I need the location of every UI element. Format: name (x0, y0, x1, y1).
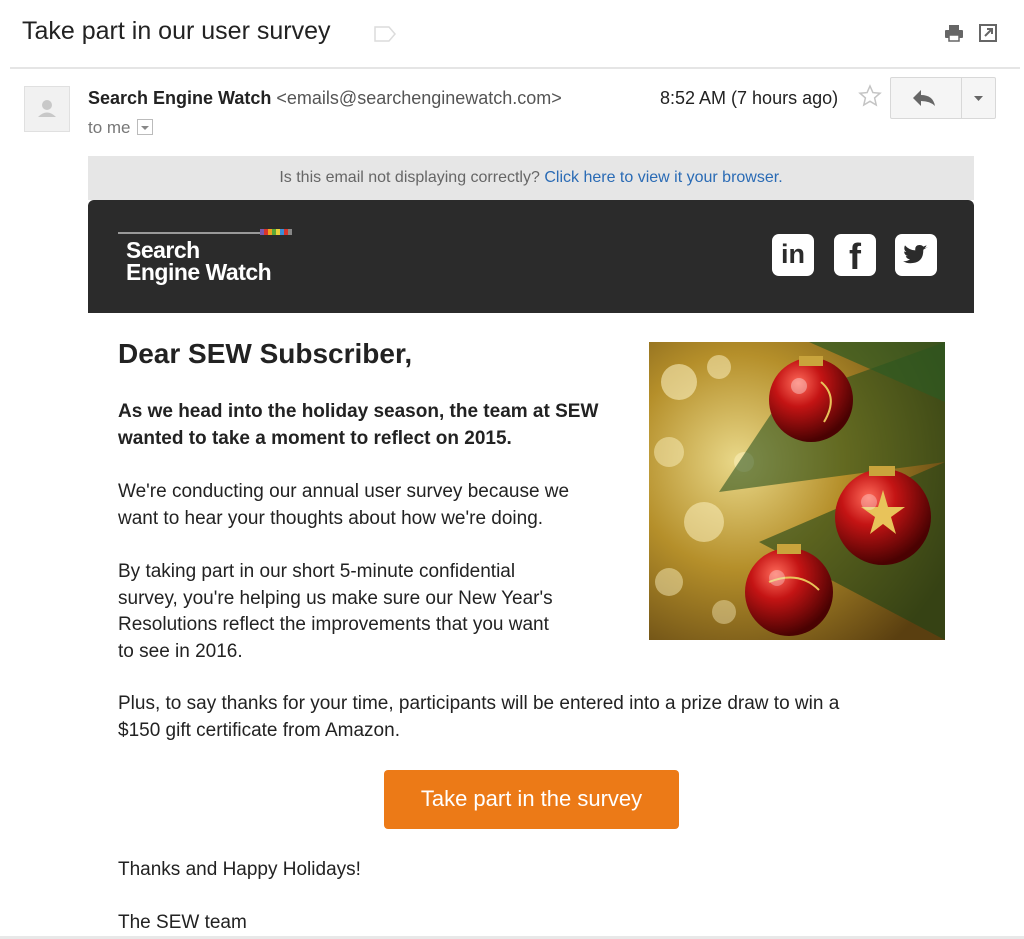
paragraph-line: $150 gift certificate from Amazon. (118, 719, 400, 741)
take-survey-button[interactable]: Take part in the survey (384, 770, 679, 829)
sender-name[interactable]: Search Engine Watch (88, 88, 271, 108)
email-time: 8:52 AM (7 hours ago) (660, 88, 839, 108)
subject-bar: Take part in our user survey (0, 0, 1024, 68)
reply-button[interactable] (890, 77, 962, 119)
logo-line-2: Engine Watch (126, 259, 272, 285)
paragraph-line: We're conducting our annual user survey … (118, 481, 570, 502)
label-tag-icon[interactable] (374, 26, 396, 42)
paragraph-line: want to hear your thoughts about how we'… (118, 507, 544, 529)
paragraph-line: Resolutions reflect the improvements tha… (118, 614, 549, 635)
paragraph-line: survey, you're helping us make sure our … (118, 587, 553, 609)
notice-text: Is this email not displaying correctly? (279, 169, 540, 186)
recipient-details-toggle[interactable] (136, 118, 153, 135)
holiday-ornaments-image (649, 342, 945, 640)
chevron-down-icon (974, 96, 983, 101)
closing-line: Thanks and Happy Holidays! (118, 859, 361, 880)
paragraph-line: Plus, to say thanks for your time, parti… (118, 693, 840, 714)
survey-benefit-paragraph: By taking part in our short 5-minute con… (118, 559, 553, 665)
greeting: Dear SEW Subscriber, (118, 338, 413, 369)
logo-wordmark: Search Engine Watch (126, 237, 272, 285)
more-options-button[interactable] (961, 77, 996, 119)
person-icon (38, 100, 56, 117)
paragraph-line: to see in 2016. (118, 640, 243, 662)
logo-rule (118, 232, 260, 234)
star-icon[interactable] (858, 84, 882, 108)
linkedin-icon[interactable]: in (772, 234, 814, 276)
sender-email: <emails@searchenginewatch.com> (276, 88, 562, 108)
header-divider (10, 67, 1020, 69)
facebook-icon[interactable]: f (834, 234, 876, 277)
sender-line: Search Engine Watch <emails@searchengine… (88, 88, 562, 109)
email-subject: Take part in our user survey (22, 17, 331, 45)
paragraph-line: By taking part in our short 5-minute con… (118, 561, 516, 582)
signature-line: The SEW team (118, 912, 247, 933)
reply-icon (913, 90, 935, 106)
logo-line-1: Search (126, 237, 200, 263)
sew-logo[interactable]: Search Engine Watch (118, 226, 298, 292)
twitter-icon[interactable] (895, 234, 937, 276)
recipient-line: to me (88, 118, 153, 138)
twitter-bird-glyph (903, 245, 928, 264)
sender-avatar (24, 86, 70, 132)
browser-view-notice: Is this email not displaying correctly? … (88, 156, 974, 200)
print-icon[interactable] (943, 22, 965, 44)
intro-paragraph: As we head into the holiday season, the … (118, 399, 598, 452)
logo-color-stripes (260, 229, 292, 235)
recipient-label: to me (88, 118, 131, 137)
caret-down-icon (140, 125, 149, 130)
survey-reason-paragraph: We're conducting our annual user survey … (118, 479, 569, 532)
view-in-browser-link[interactable]: Click here to view it your browser. (544, 169, 782, 186)
new-window-icon[interactable] (977, 22, 999, 44)
prize-paragraph: Plus, to say thanks for your time, parti… (118, 691, 839, 744)
intro-line: As we head into the holiday season, the … (118, 401, 599, 422)
intro-line: wanted to take a moment to reflect on 20… (118, 427, 512, 449)
